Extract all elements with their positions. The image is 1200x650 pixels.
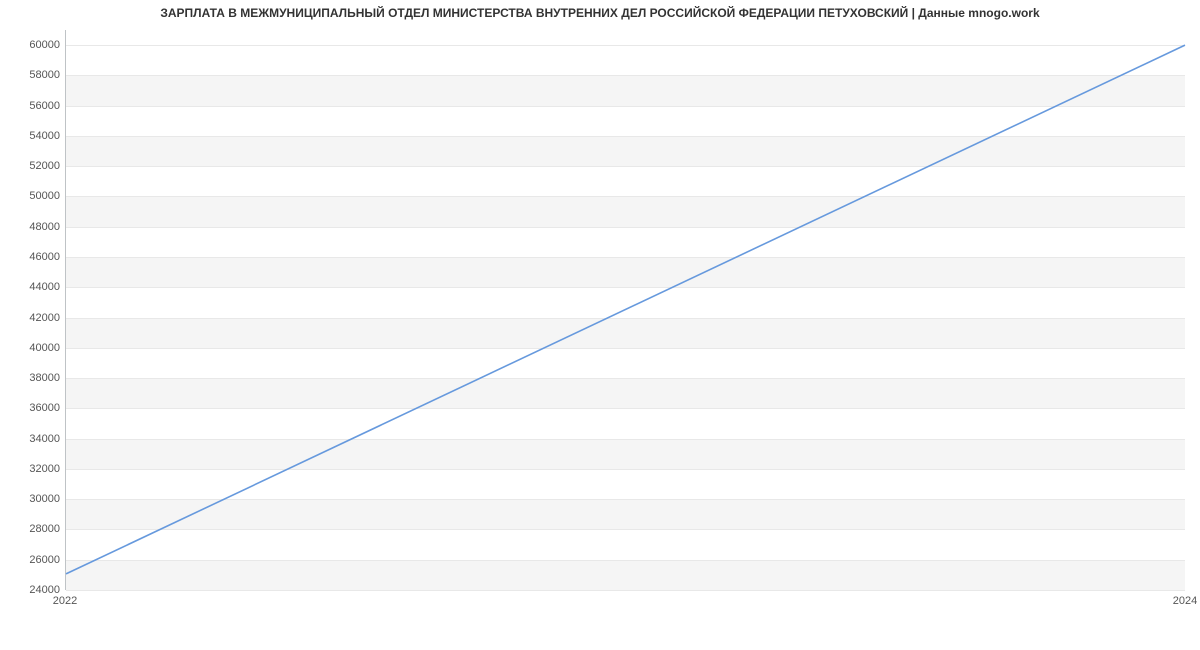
y-tick-label: 42000 bbox=[10, 312, 60, 324]
y-tick-label: 40000 bbox=[10, 342, 60, 354]
chart-container: ЗАРПЛАТА В МЕЖМУНИЦИПАЛЬНЫЙ ОТДЕЛ МИНИСТ… bbox=[0, 0, 1200, 630]
y-tick-label: 52000 bbox=[10, 160, 60, 172]
y-tick-label: 50000 bbox=[10, 190, 60, 202]
y-tick-label: 30000 bbox=[10, 493, 60, 505]
gridline bbox=[66, 590, 1185, 591]
line-series bbox=[66, 30, 1185, 589]
y-tick-label: 44000 bbox=[10, 281, 60, 293]
y-tick-label: 26000 bbox=[10, 554, 60, 566]
salary-line bbox=[66, 45, 1185, 574]
y-tick-label: 34000 bbox=[10, 433, 60, 445]
y-tick-label: 54000 bbox=[10, 130, 60, 142]
y-tick-label: 46000 bbox=[10, 251, 60, 263]
y-tick-label: 58000 bbox=[10, 69, 60, 81]
y-tick-label: 32000 bbox=[10, 463, 60, 475]
y-tick-label: 36000 bbox=[10, 402, 60, 414]
x-tick-label: 2024 bbox=[1173, 595, 1197, 607]
chart-title: ЗАРПЛАТА В МЕЖМУНИЦИПАЛЬНЫЙ ОТДЕЛ МИНИСТ… bbox=[0, 6, 1200, 20]
plot-area bbox=[65, 30, 1185, 590]
y-tick-label: 48000 bbox=[10, 221, 60, 233]
y-tick-label: 56000 bbox=[10, 100, 60, 112]
y-tick-label: 28000 bbox=[10, 523, 60, 535]
y-tick-label: 60000 bbox=[10, 39, 60, 51]
y-tick-label: 38000 bbox=[10, 372, 60, 384]
x-tick-label: 2022 bbox=[53, 595, 77, 607]
